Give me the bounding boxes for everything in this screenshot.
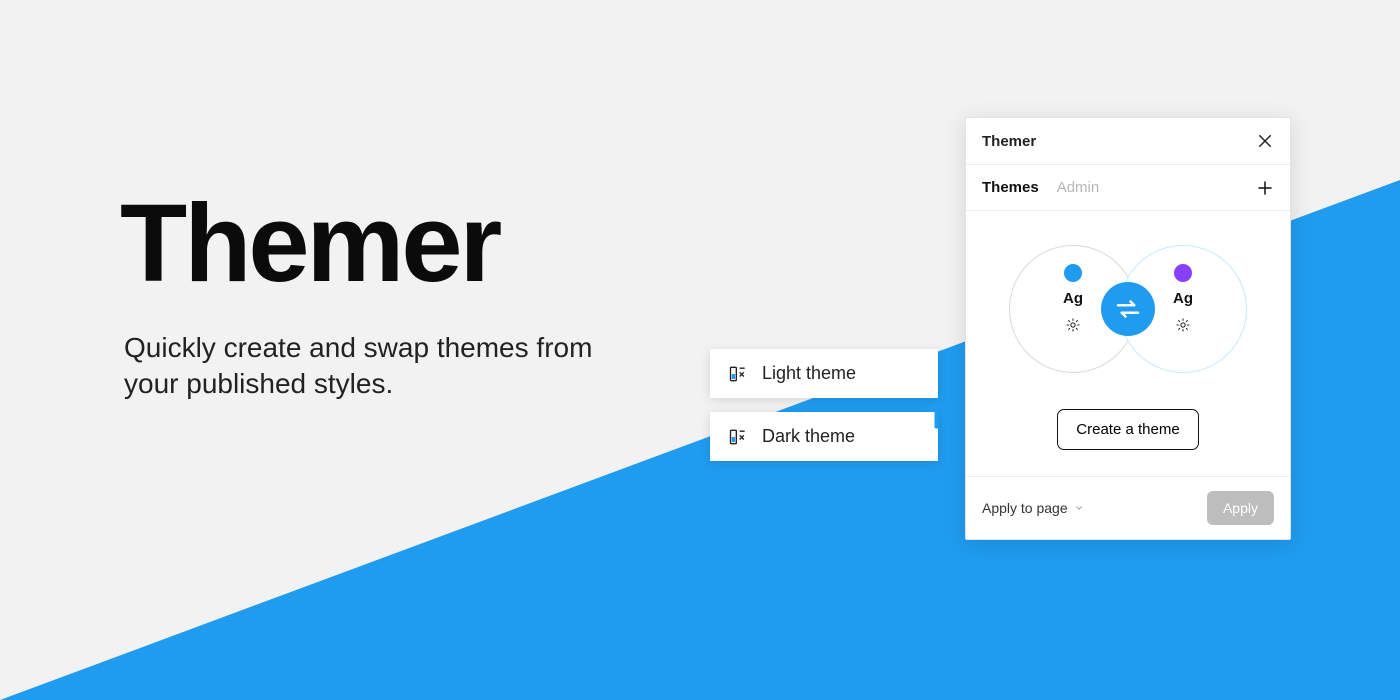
panel-header: Themer (966, 118, 1290, 165)
theme-card-label: Light theme (762, 363, 856, 384)
plugin-panel: Themer Themes Admin Ag Ag (965, 117, 1291, 540)
theme-card-dark[interactable]: Dark theme (710, 412, 938, 461)
tab-themes[interactable]: Themes (982, 165, 1039, 210)
add-theme-button[interactable] (1256, 179, 1274, 197)
panel-title: Themer (982, 133, 1036, 150)
color-swatch-blue (1064, 264, 1082, 282)
promo-stage: Themer Quickly create and swap themes fr… (0, 0, 1400, 700)
brightness-icon (1065, 317, 1081, 333)
swap-vertical-icon (920, 390, 964, 434)
color-swatch-purple (1174, 264, 1192, 282)
create-theme-button[interactable]: Create a theme (1057, 409, 1198, 450)
panel-footer: Apply to page Apply (966, 476, 1290, 539)
close-icon[interactable] (1256, 132, 1274, 150)
theme-card-label: Dark theme (762, 426, 855, 447)
panel-body: Ag Ag Create a theme (966, 211, 1290, 476)
apply-scope-dropdown[interactable]: Apply to page (982, 500, 1084, 516)
page-subtitle: Quickly create and swap themes from your… (124, 330, 644, 403)
apply-button[interactable]: Apply (1207, 491, 1274, 525)
swap-button[interactable] (1101, 282, 1155, 336)
brightness-icon (1175, 317, 1191, 333)
theme-preview: Ag Ag (1003, 239, 1253, 379)
theme-cards: Light theme Dark theme (710, 349, 938, 461)
style-icon (728, 364, 748, 384)
apply-scope-label: Apply to page (982, 500, 1068, 516)
swap-horizontal-icon (1113, 294, 1143, 324)
panel-tabs: Themes Admin (966, 165, 1290, 211)
style-icon (728, 427, 748, 447)
theme-card-light[interactable]: Light theme (710, 349, 938, 398)
tab-admin[interactable]: Admin (1057, 165, 1100, 210)
chevron-down-icon (1074, 503, 1084, 513)
page-title: Themer (120, 180, 499, 307)
